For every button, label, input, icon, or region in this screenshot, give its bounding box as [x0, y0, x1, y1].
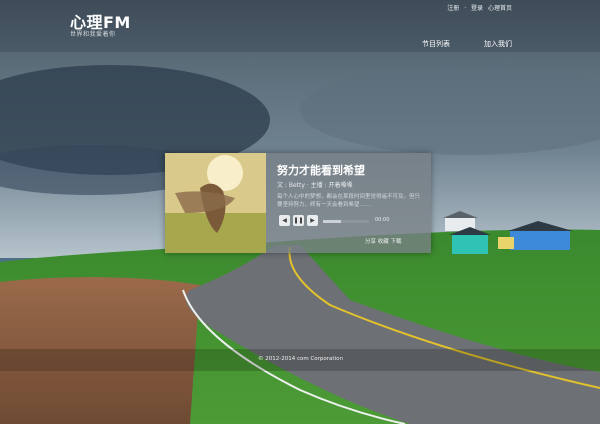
player-actions: 分享 收藏 下载 — [365, 237, 402, 245]
program-title: 努力才能看到希望 — [277, 164, 365, 177]
next-button[interactable]: ▶ — [307, 215, 318, 226]
home-link[interactable]: 心理首页 — [488, 5, 512, 12]
pause-icon: ❚❚ — [293, 217, 304, 224]
login-link[interactable]: 登录 — [471, 5, 483, 12]
link-separator: · — [464, 5, 467, 12]
nav-join-us[interactable]: 加入我们 — [484, 39, 512, 49]
share-button[interactable]: 分享 — [365, 239, 376, 245]
register-link[interactable]: 注册 — [447, 5, 459, 12]
program-cover-image — [165, 153, 266, 253]
nav-program-list[interactable]: 节目列表 — [422, 39, 450, 49]
program-description: 每个人心中的梦想，都会在某段时间里觉得遥不可及。但只要坚持努力，终有一天会看到希… — [277, 194, 421, 208]
progress-bar[interactable] — [323, 220, 369, 223]
download-button[interactable]: 下载 — [391, 239, 402, 245]
next-icon: ▶ — [310, 217, 315, 224]
top-links: 注册 · 登录 心理首页 — [444, 3, 512, 12]
prev-button[interactable]: ◀ — [279, 215, 290, 226]
pause-button[interactable]: ❚❚ — [293, 215, 304, 226]
progress-fill — [323, 220, 342, 223]
prev-icon: ◀ — [282, 217, 287, 224]
site-slogan: 世界和我爱着你 — [70, 31, 116, 38]
playback-time: 00:00 — [375, 217, 390, 223]
copyright-text: © 2012-2014 com Corporation — [258, 356, 343, 362]
program-meta: 文 : Betty · 主播 : 开着嗓嗓 — [277, 182, 353, 189]
collect-button[interactable]: 收藏 — [378, 239, 389, 245]
audio-player-card: 努力才能看到希望 文 : Betty · 主播 : 开着嗓嗓 每个人心中的梦想，… — [165, 153, 431, 253]
